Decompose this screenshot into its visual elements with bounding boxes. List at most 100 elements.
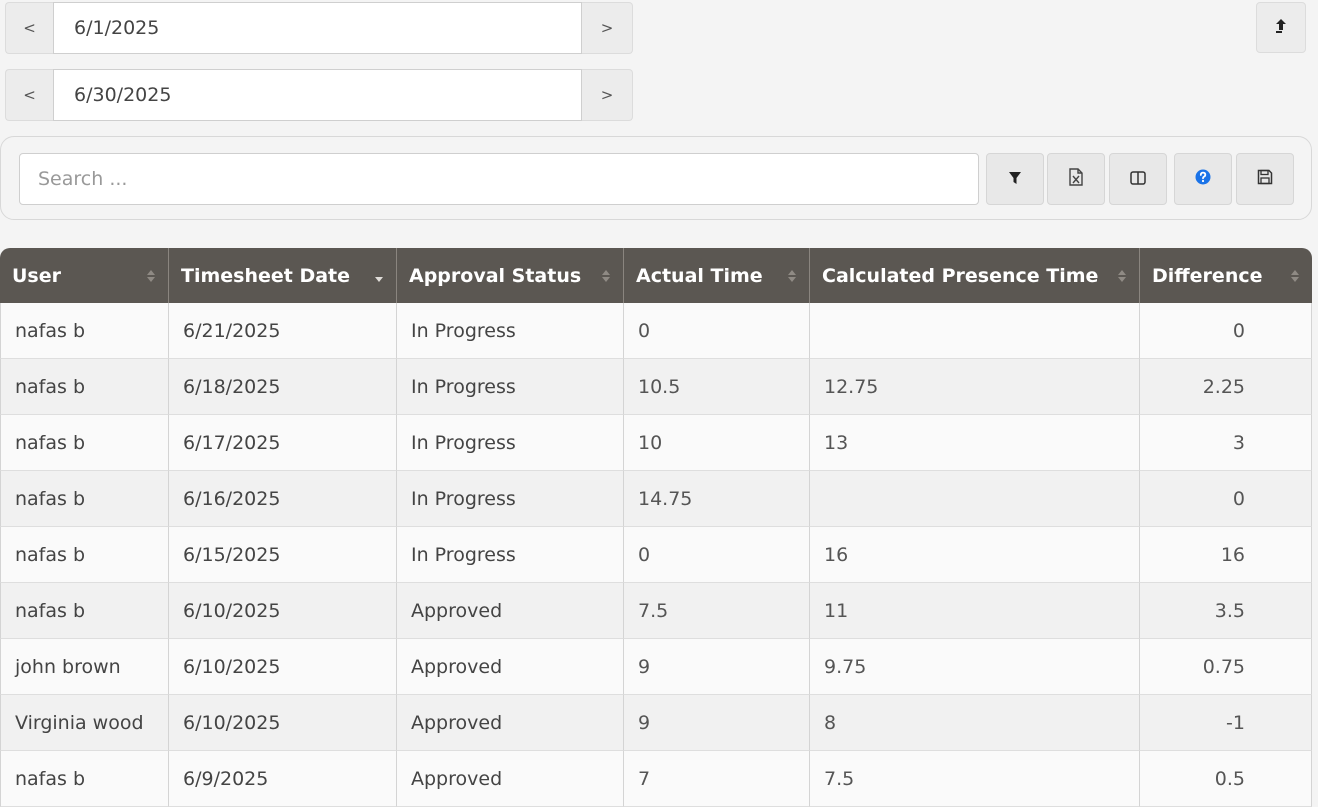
cell-status: In Progress <box>397 415 624 471</box>
cell-difference: 0.5 <box>1140 751 1312 807</box>
cell-presence-time <box>810 471 1140 527</box>
cell-status: In Progress <box>397 471 624 527</box>
cell-presence-time: 13 <box>810 415 1140 471</box>
table-row[interactable]: nafas b 6/17/2025 In Progress 10 13 3 <box>0 415 1312 471</box>
start-date-next-button[interactable]: > <box>582 2 633 54</box>
cell-user: nafas b <box>0 583 169 639</box>
cell-status: In Progress <box>397 527 624 583</box>
cell-difference: 3.5 <box>1140 583 1312 639</box>
cell-presence-time: 16 <box>810 527 1140 583</box>
cell-date: 6/15/2025 <box>169 527 397 583</box>
sort-icon <box>788 269 796 282</box>
cell-date: 6/9/2025 <box>169 751 397 807</box>
sort-icon <box>1291 269 1299 282</box>
column-header-actual-time[interactable]: Actual Time <box>624 248 810 303</box>
column-header-user[interactable]: User <box>0 248 169 303</box>
cell-actual-time: 14.75 <box>624 471 810 527</box>
cell-actual-time: 7.5 <box>624 583 810 639</box>
sort-icon <box>1118 269 1126 282</box>
cell-presence-time: 11 <box>810 583 1140 639</box>
cell-date: 6/16/2025 <box>169 471 397 527</box>
table-row[interactable]: nafas b 6/21/2025 In Progress 0 0 <box>0 303 1312 359</box>
cell-actual-time: 0 <box>624 303 810 359</box>
cell-date: 6/17/2025 <box>169 415 397 471</box>
cell-user: Virginia wood <box>0 695 169 751</box>
cell-difference: 16 <box>1140 527 1312 583</box>
cell-date: 6/10/2025 <box>169 695 397 751</box>
table-header-row: User Timesheet Date Approval Status Actu… <box>0 248 1312 303</box>
cell-presence-time: 7.5 <box>810 751 1140 807</box>
column-header-difference[interactable]: Difference <box>1140 248 1312 303</box>
cell-difference: 0.75 <box>1140 639 1312 695</box>
cell-actual-time: 0 <box>624 527 810 583</box>
cell-difference: 3 <box>1140 415 1312 471</box>
end-date-input[interactable] <box>53 69 582 121</box>
cell-status: Approved <box>397 695 624 751</box>
table-row[interactable]: nafas b 6/10/2025 Approved 7.5 11 3.5 <box>0 583 1312 639</box>
save-button[interactable] <box>1236 153 1294 205</box>
help-button[interactable] <box>1174 153 1232 205</box>
cell-date: 6/10/2025 <box>169 583 397 639</box>
cell-difference: 2.25 <box>1140 359 1312 415</box>
cell-difference: 0 <box>1140 303 1312 359</box>
cell-user: john brown <box>0 639 169 695</box>
column-header-label: Timesheet Date <box>181 264 351 287</box>
cell-status: Approved <box>397 639 624 695</box>
start-date-input[interactable] <box>53 2 582 54</box>
cell-date: 6/21/2025 <box>169 303 397 359</box>
cell-status: Approved <box>397 583 624 639</box>
end-date-prev-button[interactable]: < <box>5 69 53 121</box>
export-excel-button[interactable] <box>1047 153 1105 205</box>
column-header-label: Approval Status <box>409 264 582 287</box>
cell-actual-time: 7 <box>624 751 810 807</box>
upload-arrow-icon <box>1275 18 1287 38</box>
sort-icon <box>602 269 610 282</box>
column-header-label: Calculated Presence Time <box>822 264 1099 287</box>
cell-status: In Progress <box>397 303 624 359</box>
column-header-label: Actual Time <box>636 264 763 287</box>
table-row[interactable]: nafas b 6/15/2025 In Progress 0 16 16 <box>0 527 1312 583</box>
upload-button[interactable] <box>1256 2 1306 53</box>
sort-icon <box>147 269 155 282</box>
columns-button[interactable] <box>1109 153 1167 205</box>
help-circle-icon <box>1195 169 1211 189</box>
cell-presence-time <box>810 303 1140 359</box>
table-row[interactable]: john brown 6/10/2025 Approved 9 9.75 0.7… <box>0 639 1312 695</box>
column-header-label: Difference <box>1152 264 1263 287</box>
excel-file-icon <box>1068 168 1084 190</box>
end-date-next-button[interactable]: > <box>582 69 633 121</box>
start-date-picker: < > <box>5 2 633 54</box>
cell-user: nafas b <box>0 751 169 807</box>
table-row[interactable]: nafas b 6/16/2025 In Progress 14.75 0 <box>0 471 1312 527</box>
sort-descending-icon <box>375 276 383 282</box>
table-row[interactable]: nafas b 6/9/2025 Approved 7 7.5 0.5 <box>0 751 1312 807</box>
floppy-disk-icon <box>1257 169 1273 189</box>
cell-difference: -1 <box>1140 695 1312 751</box>
cell-presence-time: 12.75 <box>810 359 1140 415</box>
column-header-label: User <box>12 264 61 287</box>
table-row[interactable]: nafas b 6/18/2025 In Progress 10.5 12.75… <box>0 359 1312 415</box>
cell-status: Approved <box>397 751 624 807</box>
timesheet-table: User Timesheet Date Approval Status Actu… <box>0 248 1312 807</box>
start-date-prev-button[interactable]: < <box>5 2 53 54</box>
cell-presence-time: 9.75 <box>810 639 1140 695</box>
cell-user: nafas b <box>0 527 169 583</box>
cell-user: nafas b <box>0 415 169 471</box>
cell-date: 6/10/2025 <box>169 639 397 695</box>
cell-difference: 0 <box>1140 471 1312 527</box>
filter-icon <box>1008 170 1022 189</box>
column-header-approval-status[interactable]: Approval Status <box>397 248 624 303</box>
table-row[interactable]: Virginia wood 6/10/2025 Approved 9 8 -1 <box>0 695 1312 751</box>
column-header-calculated-presence-time[interactable]: Calculated Presence Time <box>810 248 1140 303</box>
grid-toolbar <box>0 136 1312 220</box>
cell-user: nafas b <box>0 303 169 359</box>
cell-user: nafas b <box>0 359 169 415</box>
cell-user: nafas b <box>0 471 169 527</box>
cell-actual-time: 9 <box>624 695 810 751</box>
cell-actual-time: 9 <box>624 639 810 695</box>
end-date-picker: < > <box>5 69 633 121</box>
column-header-timesheet-date[interactable]: Timesheet Date <box>169 248 397 303</box>
search-input[interactable] <box>19 153 979 205</box>
cell-presence-time: 8 <box>810 695 1140 751</box>
filter-button[interactable] <box>986 153 1044 205</box>
